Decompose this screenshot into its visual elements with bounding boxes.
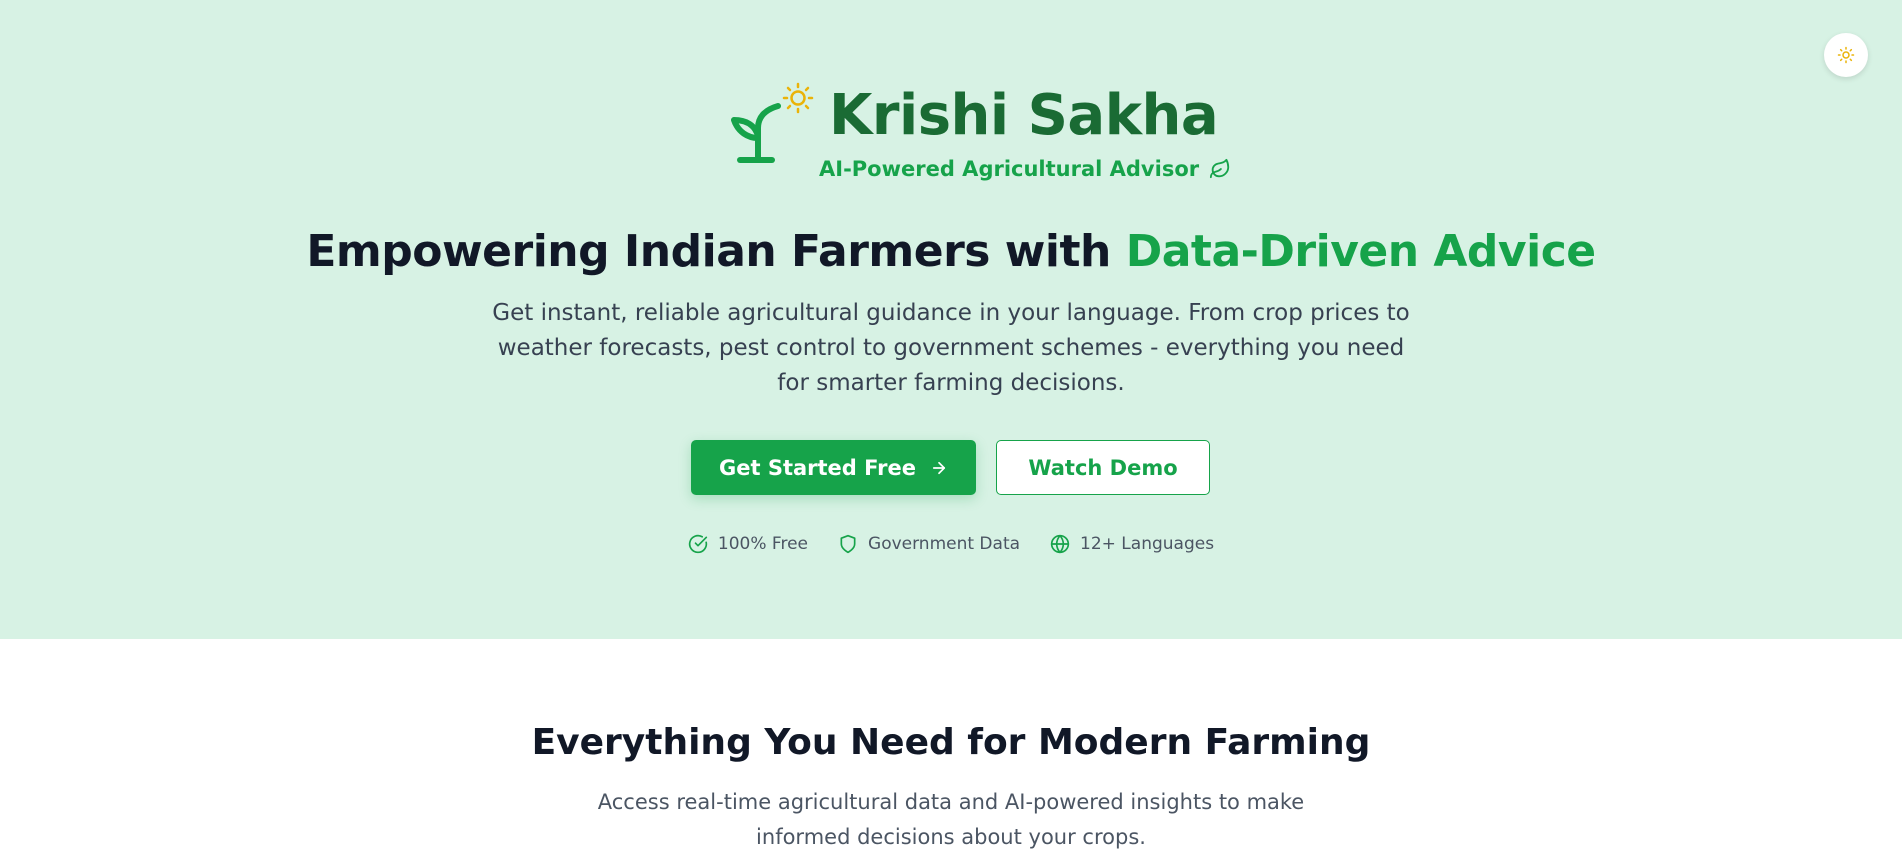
watch-demo-label: Watch Demo [1028, 455, 1178, 480]
sprout-icon [731, 82, 814, 163]
leaf-icon [1210, 158, 1230, 179]
badge-languages: 12+ Languages [1050, 534, 1214, 554]
badge-government-data-label: Government Data [868, 534, 1021, 554]
brand-tagline: AI-Powered Agricultural Advisor [819, 155, 1231, 183]
features-title: Everything You Need for Modern Farming [531, 722, 1371, 763]
shield-icon [840, 534, 856, 554]
trust-badges: 100% Free Government Data 12+ Languages [0, 534, 1902, 554]
get-started-label: Get Started Free [719, 455, 916, 480]
badge-free: 100% Free [688, 534, 808, 554]
globe-icon [1050, 534, 1070, 554]
hero-headline: Empowering Indian Farmers with Data-Driv… [0, 222, 1902, 282]
sun-icon [1837, 46, 1855, 64]
badge-government-data: Government Data [838, 534, 1020, 554]
badge-languages-label: 12+ Languages [1080, 534, 1215, 554]
check-circle-icon [688, 534, 708, 554]
hero-headline-accent: Data-Driven Advice [1125, 226, 1596, 277]
get-started-button[interactable]: Get Started Free [691, 440, 976, 495]
theme-toggle-button[interactable] [1824, 33, 1868, 77]
brand-title: Krishi Sakha [829, 83, 1219, 148]
watch-demo-button[interactable]: Watch Demo [996, 440, 1210, 495]
features-description: Access real-time agricultural data and A… [597, 790, 1305, 849]
hero-section: Krishi Sakha AI-Powered Agricultural Adv… [0, 0, 1902, 639]
hero-description: Get instant, reliable agricultural guida… [492, 300, 1410, 396]
badge-free-label: 100% Free [717, 534, 809, 554]
arrow-right-icon [932, 461, 946, 474]
brand-tagline-text: AI-Powered Agricultural Advisor [819, 157, 1200, 181]
hero-headline-text: Empowering Indian Farmers with [306, 226, 1111, 277]
brand-header: Krishi Sakha AI-Powered Agricultural Adv… [724, 80, 1230, 190]
